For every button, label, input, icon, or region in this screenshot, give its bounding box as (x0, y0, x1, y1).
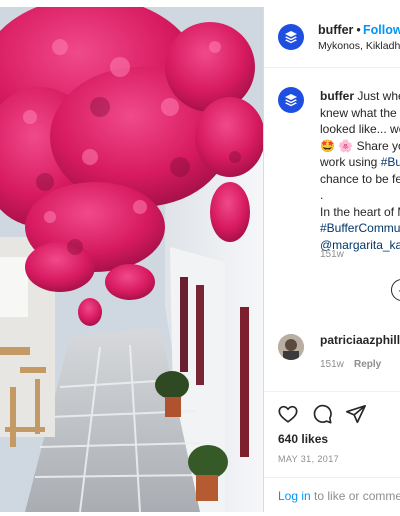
user-photo-icon (278, 334, 304, 360)
caption-line: buffer Just whe (320, 88, 400, 105)
comment-timestamp[interactable]: 151w (320, 359, 344, 370)
comment-username[interactable]: patriciaazphillip (320, 333, 400, 347)
emoji-star-struck: 🤩 (320, 138, 335, 153)
post-photo[interactable] (0, 7, 263, 512)
post-date[interactable]: MAY 31, 2017 (278, 454, 339, 464)
share-icon[interactable] (345, 403, 367, 425)
likes-count[interactable]: 640 likes (278, 432, 328, 446)
location-link[interactable]: Mykonos, Kikladhe (318, 40, 400, 52)
header-username[interactable]: buffer (318, 23, 353, 37)
caption-line: work using #Bu (320, 154, 400, 171)
login-text: Log in to like or comme (278, 489, 400, 503)
login-prompt: Log in to like or comme (264, 477, 400, 512)
header-separator-dot: • (356, 23, 361, 37)
hashtag-link[interactable]: #Bu (381, 155, 400, 169)
caption-avatar[interactable] (278, 87, 304, 113)
buffer-logo-icon (285, 94, 297, 107)
caption-line: looked like... we (320, 122, 400, 136)
caption-text: Share yo (356, 138, 400, 153)
follow-button[interactable]: Follow (363, 23, 400, 37)
buffer-logo-icon (285, 31, 297, 44)
photo-bougainvillea-alley (0, 7, 263, 512)
hashtag-link[interactable]: #BufferCommu (320, 220, 400, 237)
caption-username[interactable]: buffer (320, 89, 354, 103)
emoji-blossom: 🌸 (338, 138, 354, 153)
comment-icon[interactable] (311, 403, 333, 425)
login-rest: to like or comme (310, 489, 400, 503)
post-actions: 640 likes MAY 31, 2017 Log in to like or… (264, 391, 400, 512)
header-username-row: buffer • (318, 23, 364, 37)
post-header: buffer • Follow Mykonos, Kikladhe (264, 7, 400, 68)
comment-avatar[interactable] (278, 334, 304, 360)
caption-timestamp[interactable]: 151w (320, 249, 344, 260)
caption-line: In the heart of M (320, 204, 400, 219)
post-caption: buffer Just whe knew what the p looked l… (320, 88, 400, 253)
caption-line: chance to be fe (320, 171, 400, 186)
avatar[interactable] (278, 24, 304, 50)
reply-button[interactable]: Reply (354, 359, 381, 370)
caption-line: knew what the p (320, 105, 400, 120)
heart-icon[interactable] (277, 403, 299, 425)
caption-text: work using (320, 155, 381, 169)
caption-line: . (320, 188, 324, 202)
load-more-comments-button[interactable]: + (391, 279, 400, 301)
post-side-panel: buffer • Follow Mykonos, Kikladhe buffer … (263, 7, 400, 512)
caption-line: 🤩 🌸 Share yo (320, 138, 400, 155)
login-link[interactable]: Log in (278, 489, 311, 503)
caption-text: Just whe (357, 89, 400, 103)
